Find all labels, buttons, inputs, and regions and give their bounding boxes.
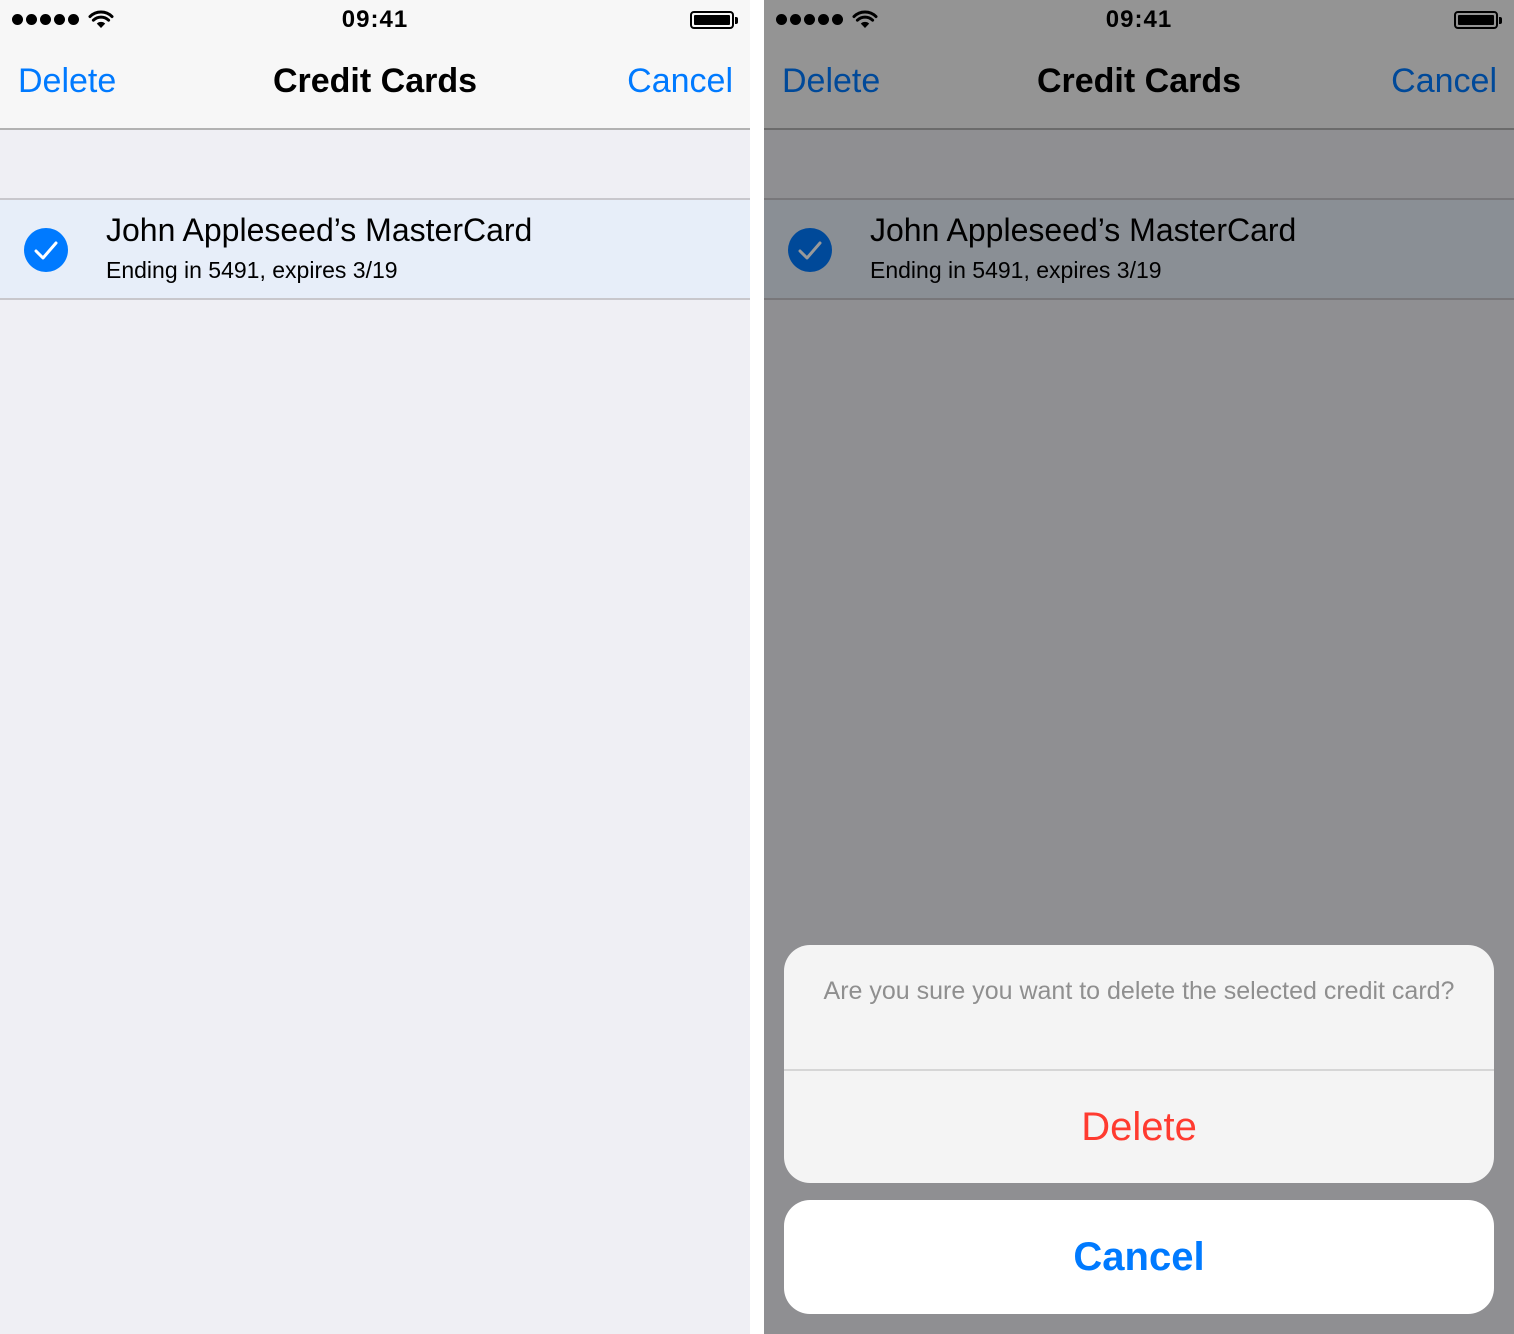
status-bar: 09:41 [0,0,750,40]
card-name: John Appleseed’s MasterCard [106,212,533,248]
navigation-bar: 09:41 Delete Credit Cards Cancel [0,0,750,130]
screen-delete-confirmation: 09:41 Delete Credit Cards Cancel John Ap… [764,0,1514,1334]
status-time: 09:41 [341,6,409,33]
action-sheet: Are you sure you want to delete the sele… [784,945,1494,1183]
action-sheet-cancel-button[interactable]: Cancel [784,1200,1494,1314]
confirm-delete-button[interactable]: Delete [784,1071,1494,1183]
card-detail: Ending in 5491, expires 3/19 [106,257,398,283]
action-sheet-message: Are you sure you want to delete the sele… [823,977,1455,1005]
battery-icon [690,11,738,29]
cancel-button[interactable]: Cancel [627,62,733,101]
checkmark-circle-icon[interactable] [24,228,68,272]
credit-card-row[interactable]: John Appleseed’s MasterCard Ending in 54… [0,198,750,300]
screen-edit-mode: 09:41 Delete Credit Cards Cancel John Ap… [0,0,750,1334]
